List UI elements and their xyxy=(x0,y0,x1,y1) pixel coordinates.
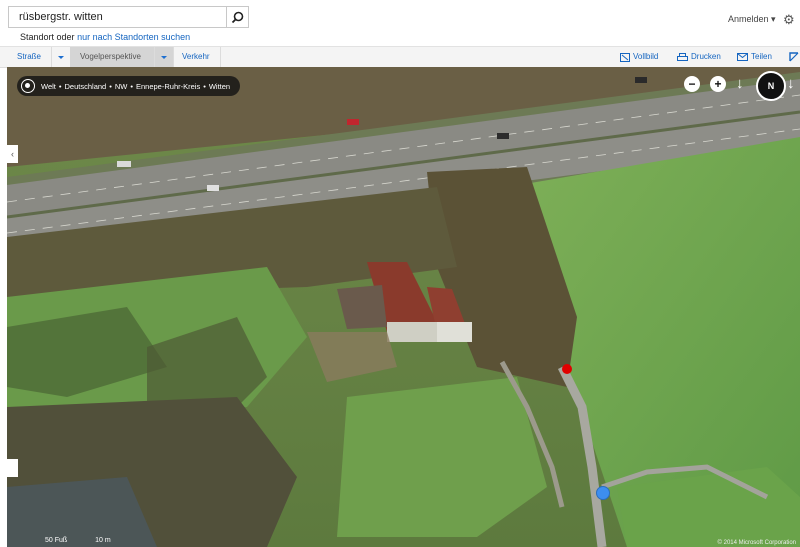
search-input[interactable] xyxy=(9,7,237,27)
search-box xyxy=(8,6,249,28)
fullscreen-button[interactable]: Vollbild xyxy=(620,47,658,67)
share-label: Teilen xyxy=(751,52,772,61)
breadcrumb-item[interactable]: Deutschland xyxy=(65,82,107,91)
hint-prefix: Standort oder xyxy=(20,32,75,42)
birdseye-dropdown[interactable] xyxy=(154,47,174,67)
minus-icon: − xyxy=(688,77,696,91)
zoom-out-button[interactable]: − xyxy=(684,76,700,92)
print-label: Drucken xyxy=(691,52,721,61)
blue-location-marker[interactable] xyxy=(596,486,610,500)
tab-road[interactable]: Straße xyxy=(17,47,41,67)
signin-button[interactable]: Anmelden ▾ xyxy=(728,14,776,25)
road-dropdown[interactable] xyxy=(51,47,71,67)
print-button[interactable]: Drucken xyxy=(677,47,721,67)
rotate-right-icon[interactable]: ↓ xyxy=(787,76,795,91)
chevron-down-icon xyxy=(161,55,167,59)
chevron-left-icon: ‹ xyxy=(11,149,14,159)
aerial-imagery xyxy=(7,67,800,547)
breadcrumb-item[interactable]: NW xyxy=(115,82,128,91)
map-canvas[interactable]: Welt • Deutschland • NW • Ennepe-Ruhr-Kreis… xyxy=(7,67,800,547)
toolbar-divider xyxy=(220,47,221,67)
search-icon xyxy=(231,11,244,23)
share-button[interactable]: Teilen xyxy=(737,47,772,67)
plus-icon: + xyxy=(714,77,722,91)
red-pushpin[interactable] xyxy=(562,364,572,374)
chevron-down-icon xyxy=(58,55,64,59)
scale-bar: 50 Fuß 10 m xyxy=(45,537,111,544)
gear-icon[interactable]: ⚙ xyxy=(783,12,795,28)
search-button[interactable] xyxy=(226,7,248,27)
scale-feet: 50 Fuß xyxy=(45,537,68,544)
printer-icon xyxy=(677,52,688,61)
panel-toggle-button[interactable]: ‹ xyxy=(7,145,18,163)
panel-handle[interactable] xyxy=(7,459,18,477)
compass-label: N xyxy=(767,81,775,91)
breadcrumb-item[interactable]: Welt xyxy=(41,82,56,91)
breadcrumb-item[interactable]: Witten xyxy=(209,82,230,91)
scale-meters: 10 m xyxy=(95,537,111,544)
breadcrumb: Welt • Deutschland • NW • Ennepe-Ruhr-Kreis… xyxy=(17,76,241,96)
zoom-in-button[interactable]: + xyxy=(710,76,726,92)
breadcrumb-item[interactable]: Ennepe-Ruhr-Kreis xyxy=(136,82,200,91)
fullscreen-icon xyxy=(620,52,630,62)
directions-button[interactable] xyxy=(789,47,799,67)
tab-traffic[interactable]: Verkehr xyxy=(182,47,210,67)
mail-icon xyxy=(737,53,748,61)
locations-only-link[interactable]: nur nach Standorten suchen xyxy=(77,32,190,42)
locate-icon[interactable] xyxy=(21,79,35,93)
tab-birdseye[interactable]: Vogelperspektive xyxy=(70,47,154,67)
map-toolbar: Straße Vogelperspektive Verkehr Vollbild… xyxy=(0,46,800,68)
fullscreen-label: Vollbild xyxy=(633,52,659,61)
directions-icon xyxy=(789,52,799,62)
search-hint: Standort oder nur nach Standorten suchen xyxy=(20,32,190,42)
copyright-text: © 2014 Microsoft Corporation xyxy=(717,540,796,546)
compass-control[interactable]: N xyxy=(756,71,786,101)
rotate-left-icon[interactable]: ↓ xyxy=(736,76,744,91)
